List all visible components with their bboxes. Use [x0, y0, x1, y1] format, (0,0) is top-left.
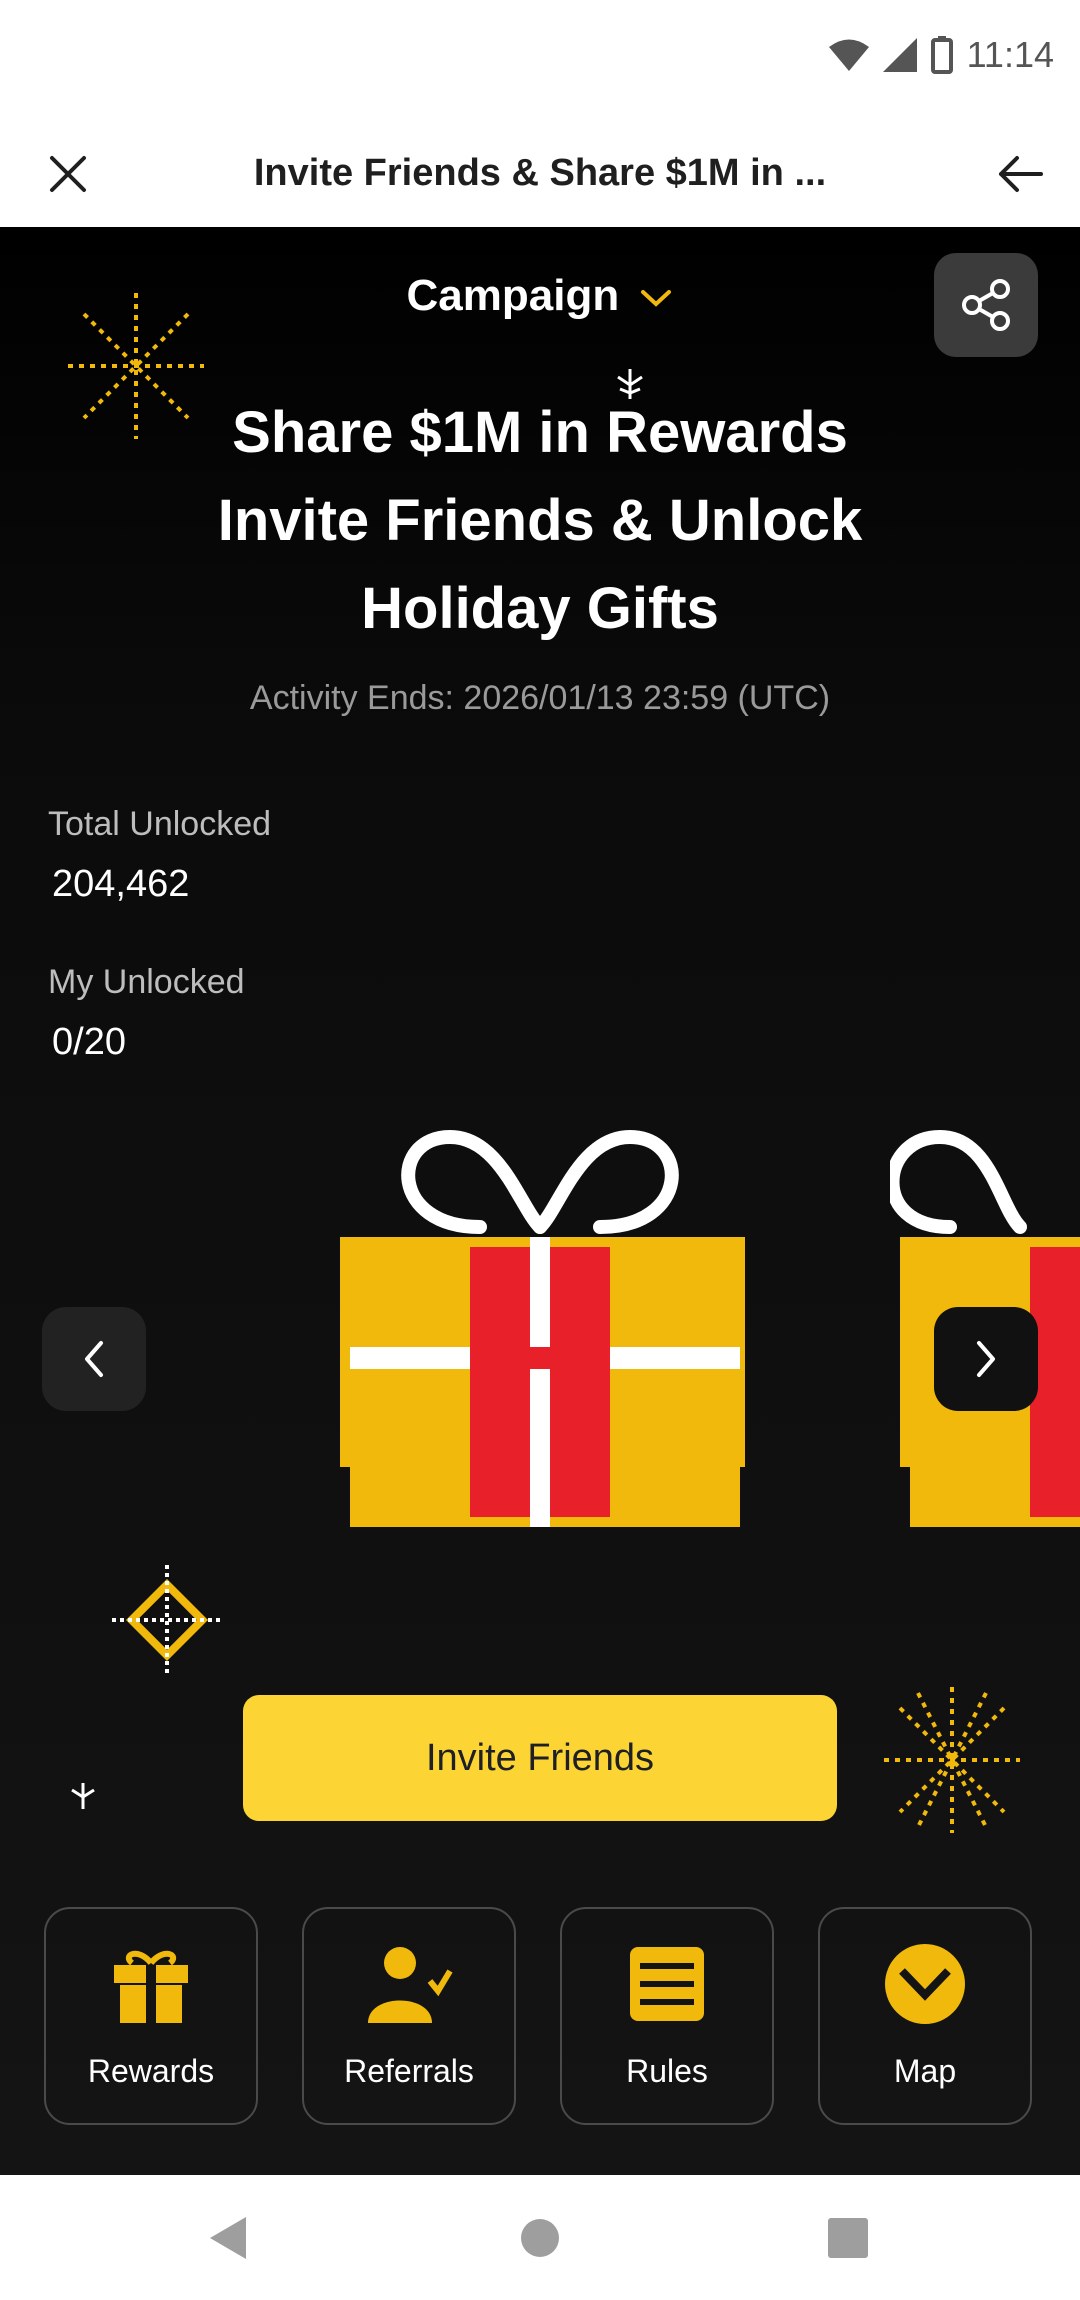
tiny-snowflake-icon	[71, 1783, 95, 1809]
headline-line-1: Share $1M in Rewards	[232, 400, 848, 465]
gift-icon	[114, 1950, 188, 2023]
tile-rules-label: Rules	[626, 2053, 708, 2089]
people-icon	[368, 1947, 453, 2023]
close-button[interactable]	[38, 144, 98, 204]
gift-icon	[340, 1129, 745, 1527]
share-icon	[962, 279, 1010, 331]
battery-icon	[930, 36, 953, 74]
chevron-right-icon	[977, 1341, 995, 1377]
tile-referrals-label: Referrals	[344, 2053, 474, 2089]
my-unlocked-label: My Unlocked	[48, 963, 245, 1001]
wifi-icon	[828, 39, 869, 71]
chevron-left-icon	[85, 1341, 103, 1377]
share-button[interactable]	[934, 253, 1038, 357]
tile-referrals[interactable]: Referrals	[302, 1907, 516, 2125]
signal-icon	[882, 38, 917, 72]
tile-rewards[interactable]: Rewards	[44, 1907, 258, 2125]
carousel-prev-button[interactable]	[42, 1307, 146, 1411]
status-time: 11:14	[966, 34, 1054, 75]
campaign-dropdown[interactable]: Campaign	[0, 271, 1080, 321]
ornament-snowflake-icon	[112, 1565, 222, 1675]
tile-map-label: Map	[893, 2053, 957, 2089]
headline-line-2: Invite Friends & Unlock	[217, 488, 863, 553]
document-icon	[630, 1947, 704, 2021]
total-unlocked-value: 204,462	[52, 863, 190, 905]
activity-end-date: Activity Ends: 2026/01/13 23:59 (UTC)	[249, 679, 831, 717]
chevron-down-icon	[641, 290, 672, 308]
map-icon	[885, 1944, 965, 2024]
campaign-headline: Share $1M in Rewards Invite Friends & Un…	[60, 389, 1020, 653]
top-navigation-bar: Invite Friends & Share $1M in ...	[0, 120, 1080, 228]
burst-snowflake-icon	[884, 1687, 1020, 1833]
total-unlocked-label: Total Unlocked	[48, 805, 272, 843]
system-home-icon[interactable]	[520, 2215, 560, 2261]
campaign-content: Campaign Share $1M in Rewards Invite Fri…	[0, 227, 1080, 2175]
system-recents-icon[interactable]	[828, 2215, 868, 2261]
tile-rules[interactable]: Rules	[560, 1907, 774, 2125]
status-bar: 11:14	[0, 0, 1080, 120]
close-icon	[50, 156, 86, 192]
back-button[interactable]	[990, 144, 1050, 204]
invite-friends-button[interactable]: Invite Friends	[243, 1695, 837, 1821]
tile-rewards-label: Rewards	[87, 2053, 215, 2089]
system-back-icon[interactable]	[208, 2215, 248, 2261]
arrow-left-icon	[999, 156, 1043, 192]
my-unlocked-value: 0/20	[52, 1021, 126, 1063]
system-navigation-bar	[0, 2175, 1080, 2300]
headline-line-3: Holiday Gifts	[361, 576, 719, 641]
gift-carousel	[0, 1117, 1080, 1527]
page-title: Invite Friends & Share $1M in ...	[253, 152, 827, 194]
campaign-label: Campaign	[406, 271, 620, 320]
carousel-next-button[interactable]	[934, 1307, 1038, 1411]
tile-map[interactable]: Map	[818, 1907, 1032, 2125]
feature-tiles: Rewards Referrals Rules Map	[44, 1907, 1036, 2127]
status-icons: 11:14	[828, 34, 1054, 76]
